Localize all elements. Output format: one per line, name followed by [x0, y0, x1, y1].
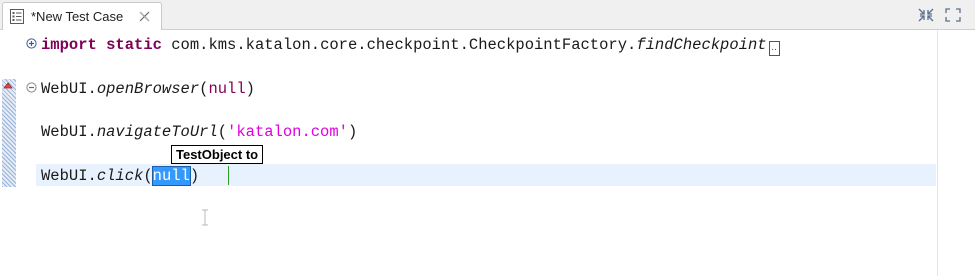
code-line-import[interactable]: import static com.kms.katalon.core.check…: [41, 35, 780, 56]
editor-window: *New Test Case import static com.kms.kat…: [0, 0, 975, 276]
keyword-import: import: [41, 36, 97, 54]
webui-object: WebUI.: [41, 167, 97, 185]
selected-null-argument[interactable]: null: [151, 166, 191, 186]
ibeam-cursor-icon: [202, 209, 208, 226]
collapse-fold-icon[interactable]: [26, 82, 37, 93]
webui-object: WebUI.: [41, 80, 97, 98]
code-editor[interactable]: import static com.kms.katalon.core.check…: [0, 30, 975, 276]
change-marker-region: [2, 79, 16, 187]
import-method: findCheckpoint: [636, 36, 767, 54]
method-navigate-to-url: navigateToUrl: [96, 123, 218, 141]
code-line-navigate[interactable]: WebUI.navigateToUrl('katalon.com'): [41, 122, 357, 142]
url-string-argument: 'katalon.com': [227, 123, 348, 141]
expand-fold-icon[interactable]: [26, 38, 37, 49]
parameter-hint-tooltip: TestObject to: [171, 145, 264, 164]
minimize-icon[interactable]: [917, 7, 935, 23]
test-case-icon: [10, 9, 24, 24]
method-click: click: [96, 167, 144, 185]
maximize-icon[interactable]: [944, 7, 962, 23]
editor-tab-bar: *New Test Case: [0, 0, 975, 30]
folded-imports-ellipsis[interactable]: ..: [768, 41, 780, 56]
paren-close: ): [245, 80, 255, 98]
text-caret: [228, 166, 229, 185]
keyword-static: static: [106, 36, 162, 54]
import-path: com.kms.katalon.core.checkpoint.Checkpoi…: [161, 36, 637, 54]
warning-marker-icon[interactable]: [3, 81, 13, 91]
tab-title: *New Test Case: [31, 9, 124, 24]
annotation-ruler: [0, 30, 18, 276]
code-line-open-browser[interactable]: WebUI.openBrowser(null): [41, 79, 255, 99]
code-line-click[interactable]: WebUI.click(null): [41, 166, 199, 186]
vertical-scrollbar[interactable]: [937, 30, 975, 276]
null-argument: null: [208, 80, 246, 98]
method-open-browser: openBrowser: [96, 80, 200, 98]
paren-close: ): [189, 167, 200, 185]
paren-open: (: [143, 167, 153, 185]
paren-open: (: [217, 123, 228, 141]
close-icon[interactable]: [139, 11, 150, 22]
paren-close: ): [347, 123, 358, 141]
tab-new-test-case[interactable]: *New Test Case: [2, 2, 162, 30]
webui-object: WebUI.: [41, 123, 97, 141]
